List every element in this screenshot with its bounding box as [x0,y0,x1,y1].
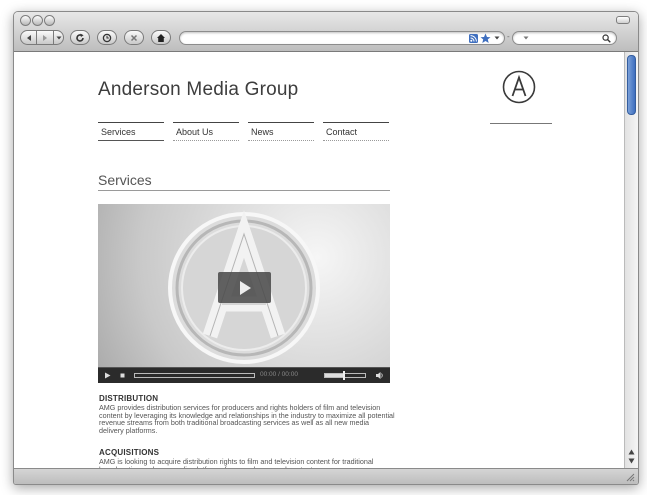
nav-item-contact[interactable]: Contact [323,122,389,141]
acquisitions-heading: ACQUISITIONS [99,448,160,457]
home-button[interactable] [151,30,171,45]
scroll-up-icon[interactable] [628,449,635,455]
nav-item-services[interactable]: Services [98,122,164,141]
play-icon [239,280,251,295]
reload-button[interactable] [70,30,90,45]
bookmark-star-icon[interactable] [480,33,491,44]
browser-window: - Anderson Media Group Services About Us… [13,11,639,485]
play-control-icon[interactable] [104,372,111,379]
time-display: 00:00 / 00:00 [260,371,298,378]
history-icon [102,33,112,42]
volume-handle[interactable] [343,371,345,380]
nav-item-label: News [251,127,274,137]
scrollbar-thumb[interactable] [627,55,636,115]
site-title[interactable]: Anderson Media Group [98,79,298,101]
dropdown-icon [56,36,61,39]
volume-icon[interactable] [375,371,384,380]
volume-slider[interactable] [324,371,366,380]
history-dropdown-button[interactable] [54,30,64,45]
stop-button[interactable] [124,30,144,45]
back-icon [26,34,31,41]
big-play-button[interactable] [218,272,271,303]
section-divider [98,190,390,191]
vertical-scrollbar[interactable] [624,52,638,468]
page-content: Anderson Media Group Services About Us N… [14,52,625,468]
reload-icon [76,33,84,42]
search-bar[interactable] [512,31,617,45]
progress-bar[interactable] [134,373,255,378]
minimize-window-button[interactable] [32,15,43,26]
nav-item-label: About Us [176,127,214,137]
status-bar [14,468,638,484]
toolbar-toggle-button[interactable] [616,16,630,24]
search-icon[interactable] [602,34,611,43]
stop-icon [130,34,138,41]
video-controls: 00:00 / 00:00 [98,367,390,383]
search-engine-dropdown-icon[interactable] [523,35,529,41]
history-button[interactable] [97,30,117,45]
zoom-window-button[interactable] [44,15,55,26]
video-player[interactable]: A [98,204,390,382]
logo-rule [490,123,552,124]
logo-icon[interactable] [502,70,536,104]
rss-icon[interactable] [469,34,478,43]
stop-control-icon[interactable] [119,372,126,379]
distribution-text: AMG provides distribution services for p… [99,403,395,435]
volume-level [325,374,345,377]
close-window-button[interactable] [20,15,31,26]
nav-item-label: Contact [326,127,358,137]
browser-toolbar: - [14,12,638,52]
nav-item-about-us[interactable]: About Us [173,122,239,141]
forward-button[interactable] [37,30,54,45]
address-bar[interactable] [179,31,505,45]
section-title: Services [98,172,152,188]
acquisitions-text: AMG is looking to acquire distribution r… [99,457,374,468]
bookmark-dropdown-icon[interactable] [494,35,500,41]
resize-grip-icon[interactable] [625,472,635,482]
nav-item-news[interactable]: News [248,122,314,141]
distribution-heading: DISTRIBUTION [99,394,159,403]
forward-icon [43,34,47,41]
nav-item-label: Services [101,127,136,137]
home-icon [157,33,165,42]
separator-dash: - [507,32,510,41]
back-button[interactable] [20,30,37,45]
scroll-down-icon[interactable] [628,458,635,464]
